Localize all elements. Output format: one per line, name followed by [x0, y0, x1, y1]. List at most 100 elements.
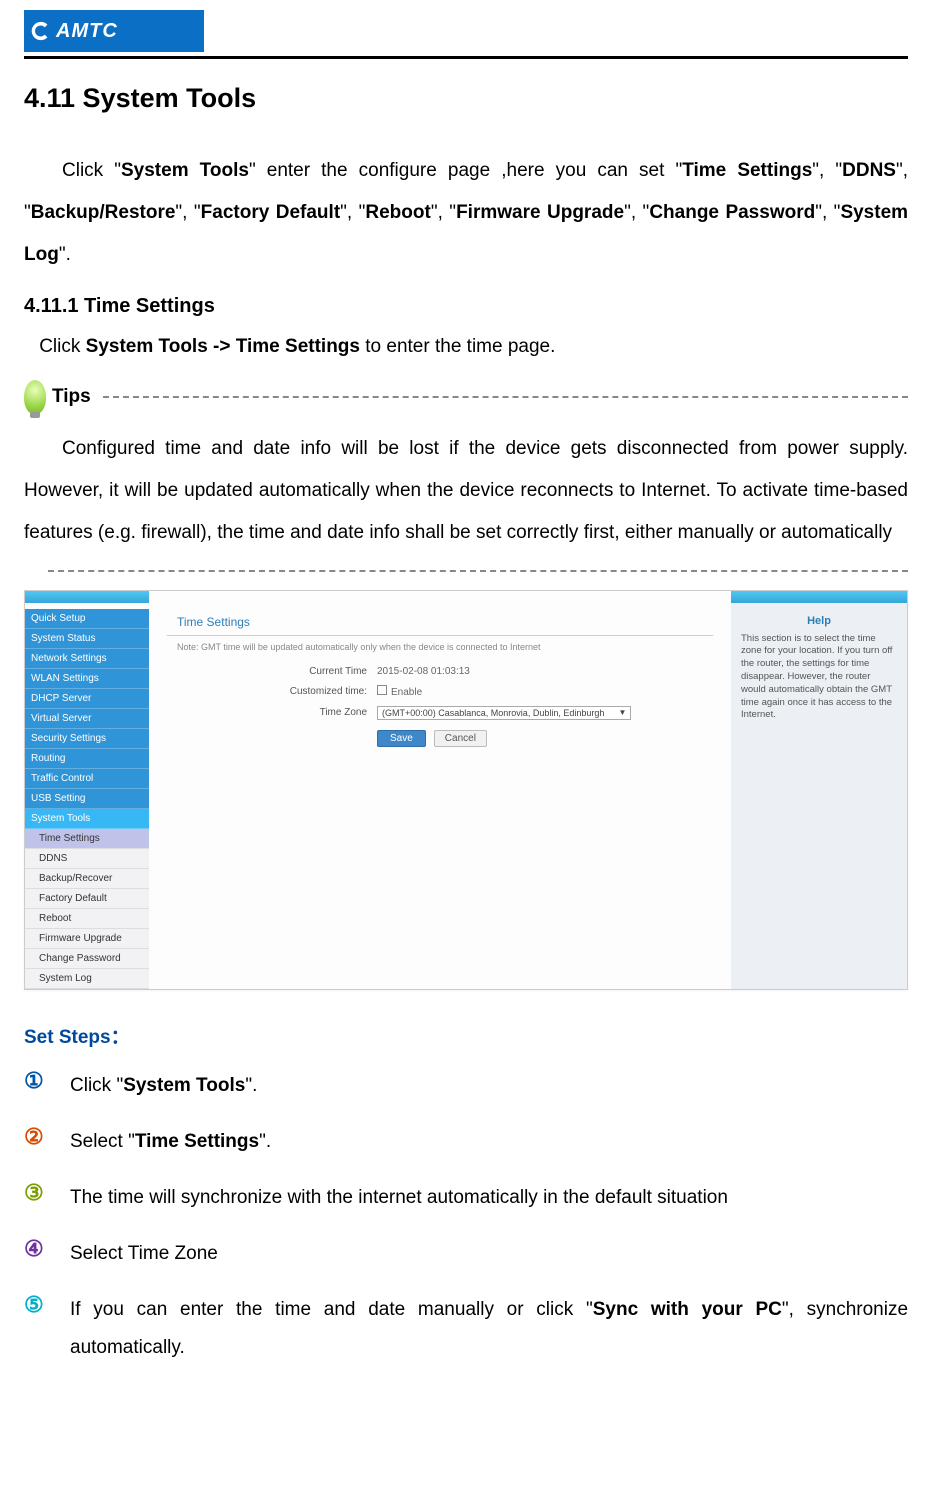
row-customized-time: Customized time: Enable: [167, 685, 713, 698]
nav-path: System Tools -> Time Settings: [86, 336, 360, 357]
term-change-password: Change Password: [649, 202, 815, 223]
sidebar-item[interactable]: USB Setting: [25, 789, 149, 809]
sidebar-sub[interactable]: Firmware Upgrade: [25, 929, 149, 949]
term-firmware-upgrade: Firmware Upgrade: [456, 202, 624, 223]
sidebar-item[interactable]: Routing: [25, 749, 149, 769]
sidebar-item-system-tools[interactable]: System Tools: [25, 809, 149, 829]
panel-note: Note: GMT time will be updated automatic…: [167, 642, 713, 652]
t: Time Settings: [135, 1131, 259, 1152]
value-current-time: 2015-02-08 01:03:13: [377, 666, 470, 677]
sidebar-item[interactable]: Traffic Control: [25, 769, 149, 789]
tips-label: Tips: [52, 386, 91, 408]
step-number-4: ④: [24, 1235, 52, 1264]
t: If you can enter the time and date manua…: [70, 1299, 593, 1320]
help-panel: Help This section is to select the time …: [731, 591, 907, 989]
row-time-zone: Time Zone (GMT+00:00) Casablanca, Monrov…: [167, 706, 713, 720]
panel-title: Time Settings: [167, 615, 713, 629]
sidebar-sub[interactable]: Factory Default: [25, 889, 149, 909]
step-5-text: If you can enter the time and date manua…: [70, 1291, 908, 1367]
t: ".: [59, 244, 71, 265]
term-ddns: DDNS: [842, 160, 896, 181]
step-2: ② Select "Time Settings".: [24, 1123, 908, 1161]
t: ".: [259, 1131, 271, 1152]
t: ".: [245, 1075, 257, 1096]
section-title: 4.11 System Tools: [24, 83, 908, 114]
tips-body: Configured time and date info will be lo…: [24, 428, 908, 553]
step-1-text: Click "System Tools".: [70, 1067, 908, 1105]
checkbox-enable-wrap: Enable: [377, 685, 422, 698]
t: ", ": [431, 202, 456, 223]
label-customized-time: Customized time:: [247, 686, 367, 697]
sidebar-item[interactable]: Virtual Server: [25, 709, 149, 729]
admin-screenshot: Quick Setup System Status Network Settin…: [24, 590, 908, 990]
enable-checkbox[interactable]: [377, 685, 387, 695]
row-current-time: Current Time 2015-02-08 01:03:13: [167, 666, 713, 677]
t: System Tools: [123, 1075, 245, 1096]
step-4: ④ Select Time Zone: [24, 1235, 908, 1273]
step-2-text: Select "Time Settings".: [70, 1123, 908, 1161]
t: " enter the configure page ,here you can…: [249, 160, 682, 181]
t: to enter the time page.: [360, 336, 555, 357]
save-button[interactable]: Save: [377, 730, 426, 747]
step-number-5: ⑤: [24, 1291, 52, 1320]
t: ", ": [175, 202, 200, 223]
t: Click: [39, 336, 85, 357]
t: ", ": [815, 202, 840, 223]
step-number-3: ③: [24, 1179, 52, 1208]
label-current-time: Current Time: [247, 666, 367, 677]
sidebar-item[interactable]: System Status: [25, 629, 149, 649]
term-factory-default: Factory Default: [201, 202, 341, 223]
sidebar-item[interactable]: Security Settings: [25, 729, 149, 749]
sidebar-item[interactable]: Network Settings: [25, 649, 149, 669]
step-4-text: Select Time Zone: [70, 1235, 908, 1273]
logo-swirl-icon: [30, 20, 52, 42]
step-number-1: ①: [24, 1067, 52, 1096]
cancel-button[interactable]: Cancel: [434, 730, 487, 747]
term-system-tools: System Tools: [121, 160, 249, 181]
t: Click ": [70, 1075, 123, 1096]
sidebar-sub[interactable]: Reboot: [25, 909, 149, 929]
screenshot-buttons: Save Cancel: [167, 730, 713, 747]
sidebar-sub[interactable]: System Log: [25, 969, 149, 989]
step-number-2: ②: [24, 1123, 52, 1152]
label-enable: Enable: [391, 687, 422, 698]
sidebar-item[interactable]: DHCP Server: [25, 689, 149, 709]
step-5: ⑤ If you can enter the time and date man…: [24, 1291, 908, 1367]
t: ", ": [624, 202, 649, 223]
label-time-zone: Time Zone: [247, 707, 367, 718]
step-3-text: The time will synchronize with the inter…: [70, 1179, 908, 1217]
time-zone-select[interactable]: (GMT+00:00) Casablanca, Monrovia, Dublin…: [377, 706, 631, 720]
t: Select ": [70, 1131, 135, 1152]
t: Click ": [62, 160, 121, 181]
nav-instruction: Click System Tools -> Time Settings to e…: [24, 326, 908, 368]
set-steps-title: Set Steps：: [24, 1022, 908, 1049]
screenshot-sidebar: Quick Setup System Status Network Settin…: [25, 591, 149, 989]
sidebar-sub[interactable]: Change Password: [25, 949, 149, 969]
sidebar-sub[interactable]: Backup/Recover: [25, 869, 149, 889]
brand-text: AMTC: [56, 20, 118, 43]
step-3: ③ The time will synchronize with the int…: [24, 1179, 908, 1217]
term-time-settings: Time Settings: [682, 160, 812, 181]
step-1: ① Click "System Tools".: [24, 1067, 908, 1105]
sidebar-item[interactable]: WLAN Settings: [25, 669, 149, 689]
intro-paragraph: Click "System Tools" enter the configure…: [24, 150, 908, 275]
t: ", ": [340, 202, 365, 223]
subsection-title: 4.11.1 Time Settings: [24, 295, 908, 318]
t: ", ": [812, 160, 842, 181]
panel-rule: [167, 635, 713, 636]
t: Sync with your PC: [593, 1299, 782, 1320]
screenshot-main: Time Settings Note: GMT time will be upd…: [149, 591, 731, 989]
sidebar-sub[interactable]: DDNS: [25, 849, 149, 869]
help-body: This section is to select the time zone …: [741, 633, 897, 723]
sidebar-sub-time-settings[interactable]: Time Settings: [25, 829, 149, 849]
term-backup-restore: Backup/Restore: [31, 202, 176, 223]
sidebar-item[interactable]: Quick Setup: [25, 609, 149, 629]
header-rule: [24, 56, 908, 59]
lightbulb-icon: [24, 380, 46, 414]
tips-header: Tips: [24, 380, 908, 414]
brand-logo: AMTC: [24, 10, 204, 52]
dashed-rule-end: [48, 570, 908, 572]
term-reboot: Reboot: [365, 202, 430, 223]
help-title: Help: [741, 615, 897, 627]
dashed-rule: [103, 396, 908, 398]
